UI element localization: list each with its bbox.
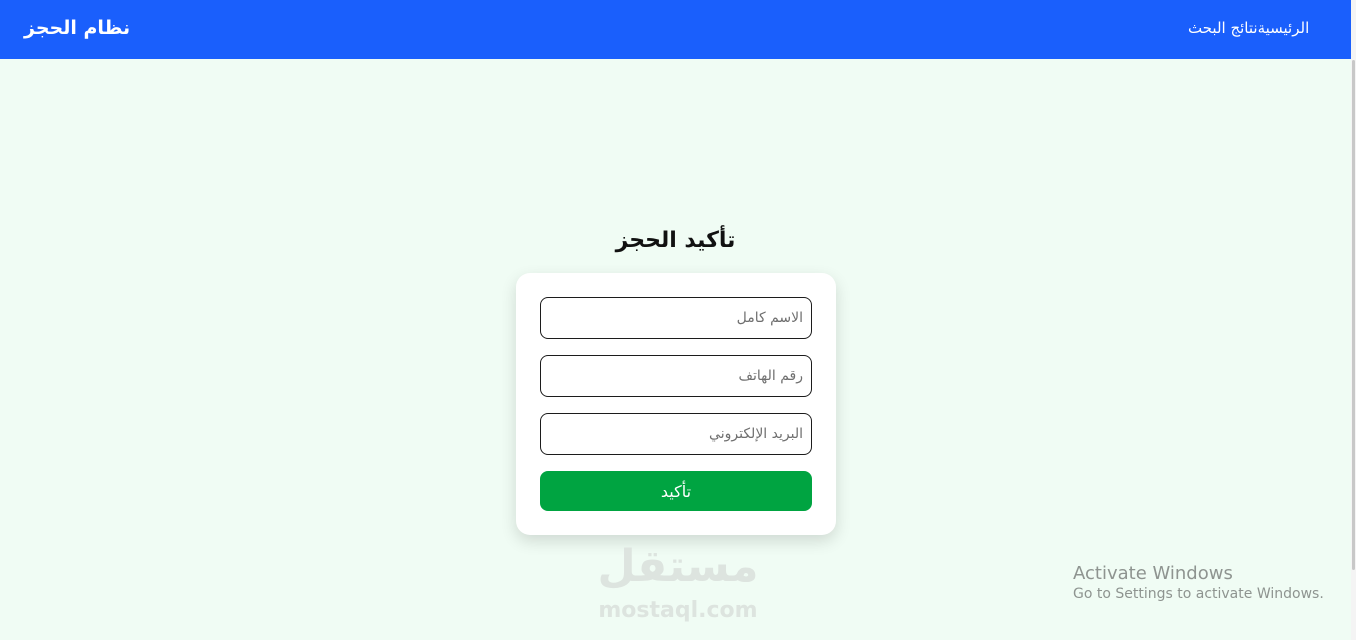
- confirm-button[interactable]: تأكيد: [540, 471, 812, 511]
- mostaql-watermark-url: mostaql.com: [598, 598, 758, 623]
- activate-windows-subtitle: Go to Settings to activate Windows.: [1073, 586, 1324, 602]
- activate-windows-notice: Activate Windows Go to Settings to activ…: [1073, 563, 1324, 602]
- page-title: تأكيد الحجز: [615, 228, 736, 253]
- brand-logo[interactable]: نظام الحجز: [24, 17, 130, 39]
- phone-input[interactable]: [540, 355, 812, 397]
- email-input[interactable]: [540, 413, 812, 455]
- vertical-scrollbar[interactable]: [1351, 0, 1356, 640]
- nav-links: الرئيسية نتائج البحث: [1188, 19, 1309, 37]
- scrollbar-thumb[interactable]: [1352, 60, 1355, 570]
- mostaql-watermark-logo: مستقل: [597, 541, 759, 592]
- activate-windows-title: Activate Windows: [1073, 563, 1233, 584]
- top-navbar: نظام الحجز الرئيسية نتائج البحث: [0, 0, 1351, 59]
- full-name-input[interactable]: [540, 297, 812, 339]
- nav-link-home[interactable]: الرئيسية: [1258, 19, 1310, 37]
- booking-confirmation-form: تأكيد: [516, 273, 836, 535]
- nav-link-search-results[interactable]: نتائج البحث: [1188, 19, 1258, 37]
